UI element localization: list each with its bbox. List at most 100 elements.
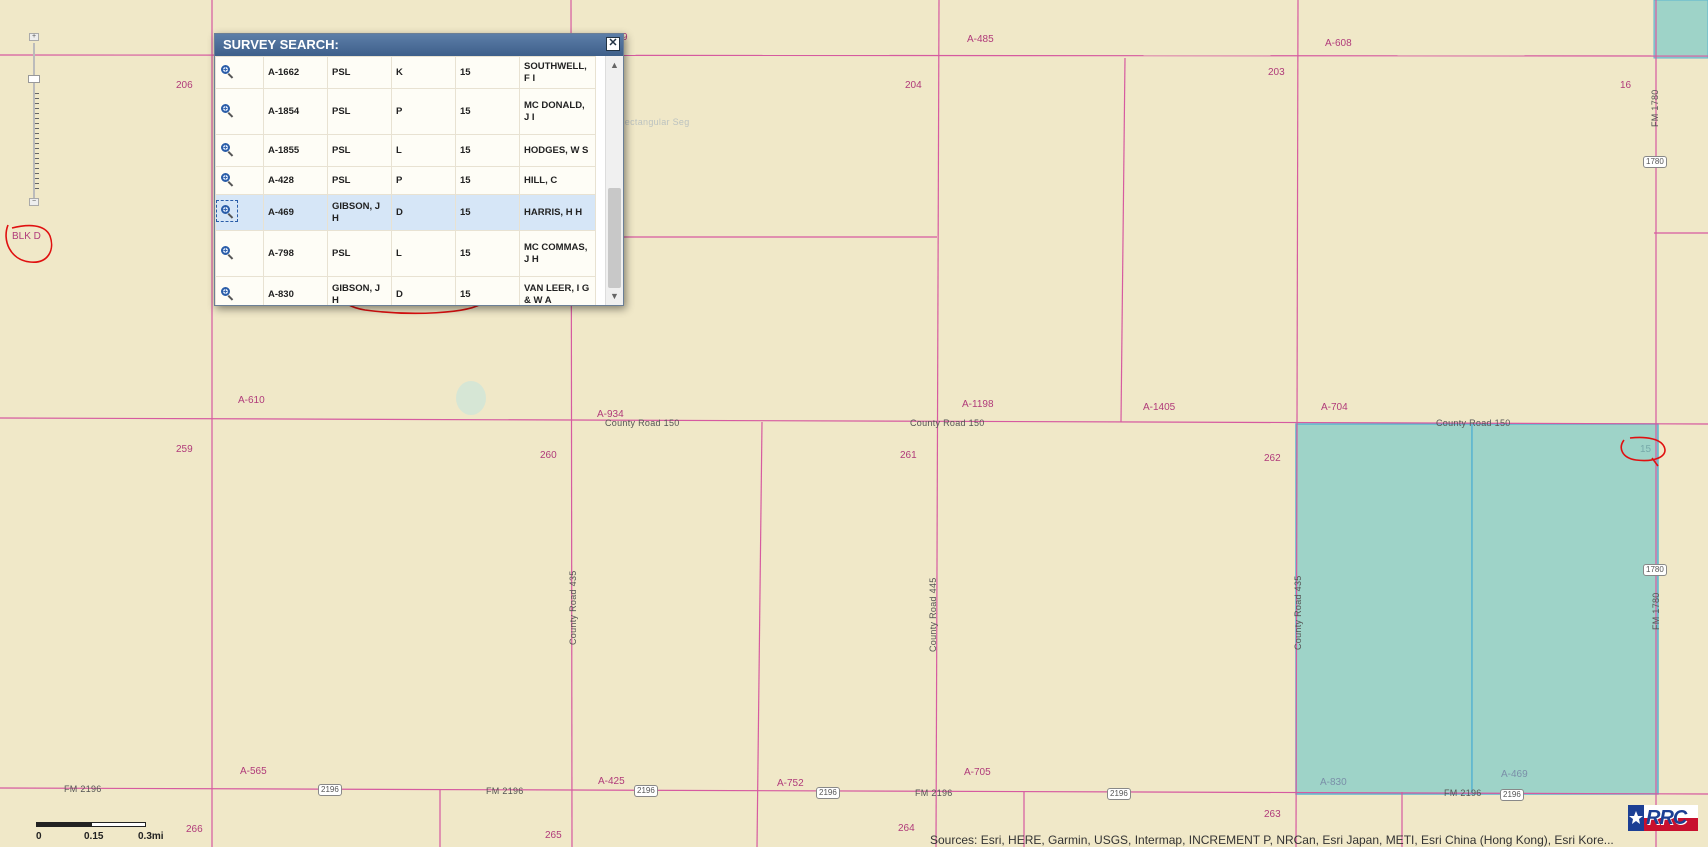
abstract-label: A-704 bbox=[1321, 402, 1348, 413]
road-label: FM 2196 bbox=[64, 784, 102, 794]
zoom-cell[interactable]: + bbox=[215, 276, 264, 305]
table-row[interactable]: + A-428 PSL P 15 HILL, C bbox=[215, 166, 596, 195]
zoom-in-button[interactable]: + bbox=[29, 33, 39, 41]
cell-abstract: A-1855 bbox=[263, 134, 328, 167]
scale-segment bbox=[36, 822, 91, 827]
road-label: FM 1780 bbox=[1650, 89, 1660, 127]
zoom-tick bbox=[35, 173, 39, 174]
abstract-label: A-565 bbox=[240, 766, 267, 777]
zoom-to-icon[interactable]: + bbox=[220, 245, 234, 260]
scale-segment bbox=[91, 822, 146, 827]
zoom-tick bbox=[35, 113, 39, 114]
zoom-cell[interactable]: + bbox=[215, 230, 264, 277]
zoom-to-icon[interactable]: + bbox=[220, 64, 234, 79]
cell-abstract: A-1662 bbox=[263, 56, 328, 89]
cell-col3: L bbox=[391, 134, 456, 167]
cell-abstract: A-428 bbox=[263, 166, 328, 195]
table-row[interactable]: + A-1662 PSL K 15 SOUTHWELL, F I bbox=[215, 56, 596, 89]
zoom-cell[interactable]: + bbox=[215, 88, 264, 135]
results-list: + A-1662 PSL K 15 SOUTHWELL, F I + A-1854 PSL P 15… bbox=[215, 56, 623, 305]
cell-name: HILL, C bbox=[519, 166, 596, 195]
zoom-tick bbox=[35, 178, 39, 179]
zoom-tick bbox=[35, 163, 39, 164]
section-label: 203 bbox=[1268, 67, 1285, 78]
cell-col2: PSL bbox=[327, 166, 392, 195]
cell-col4: 15 bbox=[455, 88, 520, 135]
abstract-label: A-425 bbox=[598, 776, 625, 787]
zoom-slider-thumb[interactable] bbox=[28, 75, 40, 83]
zoom-to-icon[interactable]: + bbox=[220, 286, 234, 301]
highway-shield: 1780 bbox=[1643, 156, 1667, 168]
abstract-label: A-469 bbox=[1501, 769, 1528, 780]
cell-col3: P bbox=[391, 166, 456, 195]
table-row[interactable]: + A-469 GIBSON, J H D 15 HARRIS, H H bbox=[215, 194, 596, 231]
close-button[interactable]: ✕ bbox=[606, 37, 620, 51]
road-label: FM 2196 bbox=[486, 786, 524, 796]
cell-col3: D bbox=[391, 194, 456, 231]
cell-abstract: A-798 bbox=[263, 230, 328, 277]
scale-bar: 0 0.15 0.3mi bbox=[36, 820, 164, 846]
cell-abstract: A-830 bbox=[263, 276, 328, 305]
cell-col4: 15 bbox=[455, 230, 520, 277]
scroll-thumb[interactable] bbox=[608, 188, 621, 288]
zoom-out-button[interactable]: − bbox=[29, 198, 39, 206]
road-label: FM 2196 bbox=[915, 788, 953, 798]
zoom-tick bbox=[35, 93, 39, 94]
abstract-label: A-610 bbox=[238, 395, 265, 406]
zoom-to-icon[interactable]: + bbox=[220, 142, 234, 157]
zoom-cell[interactable]: + bbox=[215, 56, 264, 89]
section-label: 263 bbox=[1264, 809, 1281, 820]
section-label: 265 bbox=[545, 830, 562, 841]
zoom-cell[interactable]: + bbox=[215, 134, 264, 167]
cell-col4: 15 bbox=[455, 56, 520, 89]
abstract-label: A-608 bbox=[1325, 38, 1352, 49]
zoom-tick bbox=[35, 118, 39, 119]
road-label: FM 1780 bbox=[1651, 592, 1661, 630]
cell-col4: 15 bbox=[455, 276, 520, 305]
highway-shield: 2196 bbox=[1500, 789, 1524, 801]
highway-shield: 1780 bbox=[1643, 564, 1667, 576]
water-feature bbox=[456, 381, 486, 415]
cell-col3: L bbox=[391, 230, 456, 277]
highway-shield: 2196 bbox=[634, 785, 658, 797]
zoom-tick bbox=[35, 133, 39, 134]
road-label: County Road 435 bbox=[1293, 575, 1303, 650]
scroll-up-icon[interactable]: ▲ bbox=[606, 58, 623, 72]
table-row[interactable]: + A-798 PSL L 15 MC COMMAS, J H bbox=[215, 230, 596, 277]
zoom-slider[interactable]: + − bbox=[28, 33, 40, 208]
results-table: + A-1662 PSL K 15 SOUTHWELL, F I + A-1854 PSL P 15… bbox=[215, 56, 596, 305]
cell-name: MC DONALD, J I bbox=[519, 88, 596, 135]
zoom-cell[interactable]: + bbox=[215, 166, 264, 195]
zoom-cell[interactable]: + bbox=[215, 194, 264, 231]
zoom-tick bbox=[35, 188, 39, 189]
cell-name: VAN LEER, I G & W A bbox=[519, 276, 596, 305]
cell-name: HODGES, W S bbox=[519, 134, 596, 167]
results-scrollbar[interactable]: ▲ ▼ bbox=[605, 56, 623, 305]
highway-shield: 2196 bbox=[1107, 788, 1131, 800]
section-label: 264 bbox=[898, 823, 915, 834]
cell-name: SOUTHWELL, F I bbox=[519, 56, 596, 89]
zoom-to-icon[interactable]: + bbox=[216, 199, 238, 222]
cell-col4: 15 bbox=[455, 166, 520, 195]
table-row[interactable]: + A-1855 PSL L 15 HODGES, W S bbox=[215, 134, 596, 167]
scroll-down-icon[interactable]: ▼ bbox=[606, 289, 623, 303]
cell-col2: GIBSON, J H bbox=[327, 194, 392, 231]
section-label: 260 bbox=[540, 450, 557, 461]
zoom-to-icon[interactable]: + bbox=[220, 172, 234, 187]
table-row[interactable]: + A-830 GIBSON, J H D 15 VAN LEER, I G & W A bbox=[215, 276, 596, 305]
rrc-logo: RRC bbox=[1628, 803, 1698, 833]
cell-name: HARRIS, H H bbox=[519, 194, 596, 231]
dialog-titlebar[interactable]: SURVEY SEARCH: ✕ bbox=[215, 34, 623, 56]
highway-shield: 2196 bbox=[816, 787, 840, 799]
zoom-track[interactable] bbox=[33, 43, 35, 198]
section-label: 15 bbox=[1640, 444, 1652, 455]
scale-label: 0.15 bbox=[84, 831, 104, 842]
abstract-label: A-1198 bbox=[962, 399, 994, 410]
cell-abstract: A-469 bbox=[263, 194, 328, 231]
zoom-to-icon[interactable]: + bbox=[220, 103, 234, 118]
section-label: 261 bbox=[900, 450, 917, 461]
block-label: BLK D bbox=[12, 231, 41, 242]
zoom-tick bbox=[35, 148, 39, 149]
zoom-tick bbox=[35, 103, 39, 104]
table-row[interactable]: + A-1854 PSL P 15 MC DONALD, J I bbox=[215, 88, 596, 135]
